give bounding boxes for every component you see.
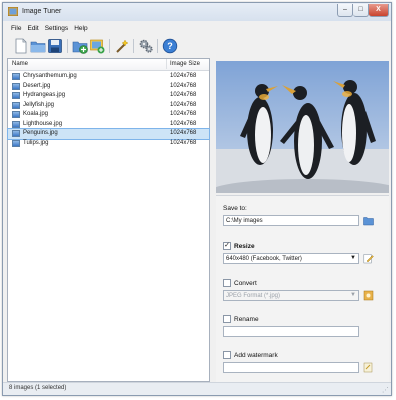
image-file-icon bbox=[12, 92, 20, 99]
convert-format-value: JPEG Format (*.jpg) bbox=[226, 293, 281, 299]
table-row[interactable]: Lighthouse.jpg 1024x768 bbox=[8, 120, 209, 130]
image-file-icon bbox=[12, 139, 20, 147]
toolbar: ? bbox=[3, 35, 391, 57]
title-bar[interactable]: Image Tuner – □ X bbox=[3, 3, 391, 21]
file-rows: Chrysanthemum.jpg 1024x768 Desert.jpg 10… bbox=[7, 72, 210, 149]
app-icon bbox=[8, 7, 18, 16]
table-row[interactable]: Koala.jpg 1024x768 bbox=[8, 110, 209, 120]
save-to-label: Save to: bbox=[223, 205, 247, 212]
file-size: 1024x768 bbox=[170, 120, 197, 127]
toolbar-separator bbox=[109, 39, 110, 53]
status-bar: 8 images (1 selected) ⋰ bbox=[3, 382, 391, 395]
watermark-icon bbox=[363, 362, 373, 373]
watermark-label: Add watermark bbox=[234, 352, 278, 359]
file-size: 1024x768 bbox=[170, 139, 197, 146]
column-header-size[interactable]: Image Size bbox=[170, 61, 200, 67]
save-icon[interactable] bbox=[47, 38, 63, 54]
watermark-settings-button[interactable] bbox=[363, 362, 374, 373]
options-panel: Save to: C:\My images ✓ Resize 640x480 (… bbox=[216, 195, 389, 383]
image-file-icon bbox=[12, 130, 20, 137]
rename-pattern-field[interactable] bbox=[223, 326, 359, 337]
add-images-icon[interactable] bbox=[72, 38, 88, 54]
image-file-icon bbox=[12, 120, 20, 128]
menu-help[interactable]: Help bbox=[74, 25, 87, 32]
table-row[interactable]: Jellyfish.jpg 1024x768 bbox=[8, 101, 209, 111]
image-file-icon bbox=[12, 111, 20, 118]
file-name: Chrysanthemum.jpg bbox=[23, 73, 77, 79]
column-divider[interactable] bbox=[166, 59, 167, 69]
resize-preset-select[interactable]: 640x480 (Facebook, Twitter) ▼ bbox=[223, 253, 359, 264]
rename-label: Rename bbox=[234, 316, 259, 323]
edit-icon bbox=[363, 254, 374, 264]
menu-settings[interactable]: Settings bbox=[45, 25, 69, 32]
open-folder-icon[interactable] bbox=[30, 38, 46, 54]
file-name: Jellyfish.jpg bbox=[23, 101, 55, 108]
watermark-checkbox[interactable] bbox=[223, 351, 231, 359]
folder-icon bbox=[363, 217, 374, 226]
file-size: 1024x768 bbox=[170, 111, 197, 117]
file-name: Desert.jpg bbox=[23, 82, 51, 89]
resize-grip-icon[interactable]: ⋰ bbox=[382, 386, 389, 394]
chevron-down-icon: ▼ bbox=[350, 255, 356, 261]
resize-checkbox[interactable]: ✓ bbox=[223, 242, 231, 250]
chevron-down-icon: ▼ bbox=[350, 292, 356, 298]
gears-icon[interactable] bbox=[138, 38, 154, 54]
table-row[interactable]: Tulips.jpg 1024x768 bbox=[8, 139, 209, 149]
table-row[interactable]: Desert.jpg 1024x768 bbox=[8, 82, 209, 92]
close-button[interactable]: X bbox=[369, 4, 389, 17]
file-list[interactable]: Name Image Size Chrysanthemum.jpg 1024x7… bbox=[7, 58, 210, 382]
svg-text:?: ? bbox=[167, 41, 173, 51]
penguins-photo bbox=[216, 61, 389, 193]
menu-bar: File Edit Settings Help bbox=[3, 21, 391, 35]
convert-format-select[interactable]: JPEG Format (*.jpg) ▼ bbox=[223, 290, 359, 301]
file-size: 1024x768 bbox=[170, 92, 197, 98]
convert-settings-button[interactable] bbox=[363, 290, 374, 301]
file-name: Penguins.jpg bbox=[23, 130, 58, 136]
watermark-text-field[interactable] bbox=[223, 362, 359, 373]
save-to-path-field[interactable]: C:\My images bbox=[223, 215, 359, 226]
window-title: Image Tuner bbox=[22, 8, 62, 15]
browse-folder-button[interactable] bbox=[363, 215, 374, 226]
file-name: Tulips.jpg bbox=[23, 139, 49, 146]
status-text: 8 images (1 selected) bbox=[9, 385, 67, 391]
table-row[interactable]: Hydrangeas.jpg 1024x768 bbox=[8, 91, 209, 101]
toolbar-separator bbox=[67, 39, 68, 53]
settings-icon bbox=[363, 290, 374, 301]
list-header: Name Image Size bbox=[8, 59, 209, 71]
file-size: 1024x768 bbox=[170, 130, 197, 136]
column-header-name[interactable]: Name bbox=[12, 61, 28, 67]
resize-label: Resize bbox=[234, 243, 255, 250]
table-row[interactable]: Chrysanthemum.jpg 1024x768 bbox=[8, 72, 209, 82]
image-preview bbox=[216, 61, 389, 193]
edit-resize-button[interactable] bbox=[363, 253, 374, 264]
add-folder-icon[interactable] bbox=[89, 38, 105, 54]
magic-wand-icon[interactable] bbox=[114, 38, 130, 54]
maximize-button[interactable]: □ bbox=[353, 4, 369, 17]
convert-label: Convert bbox=[234, 280, 257, 287]
file-name: Hydrangeas.jpg bbox=[23, 92, 66, 98]
resize-preset-value: 640x480 (Facebook, Twitter) bbox=[226, 256, 302, 262]
image-file-icon bbox=[12, 82, 20, 90]
file-size: 1024x768 bbox=[170, 82, 197, 89]
toolbar-separator bbox=[157, 39, 158, 53]
toolbar-separator bbox=[133, 39, 134, 53]
table-row-selected[interactable]: Penguins.jpg 1024x768 bbox=[7, 128, 210, 140]
file-size: 1024x768 bbox=[170, 101, 197, 108]
menu-edit[interactable]: Edit bbox=[27, 25, 38, 32]
rename-checkbox[interactable] bbox=[223, 315, 231, 323]
new-file-icon[interactable] bbox=[13, 38, 29, 54]
file-name: Lighthouse.jpg bbox=[23, 120, 63, 127]
file-size: 1024x768 bbox=[170, 73, 197, 79]
menu-file[interactable]: File bbox=[11, 25, 21, 32]
image-file-icon bbox=[12, 101, 20, 109]
minimize-button[interactable]: – bbox=[337, 4, 353, 17]
convert-checkbox[interactable] bbox=[223, 279, 231, 287]
image-file-icon bbox=[12, 73, 20, 80]
app-window: Image Tuner – □ X File Edit Settings Hel… bbox=[2, 2, 392, 396]
file-name: Koala.jpg bbox=[23, 111, 49, 117]
help-icon[interactable]: ? bbox=[162, 38, 178, 54]
